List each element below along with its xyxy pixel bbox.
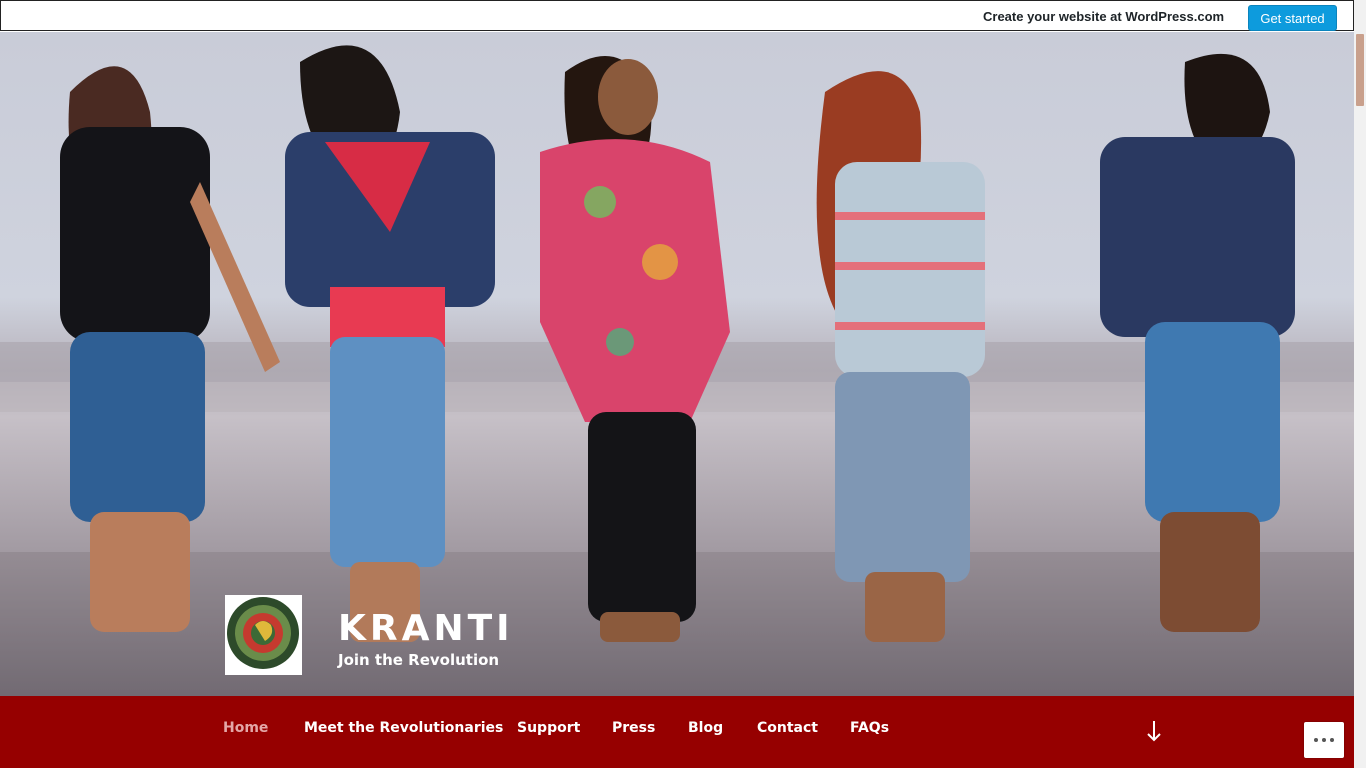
- nav-item-contact[interactable]: Contact: [757, 720, 818, 736]
- nav-item-support[interactable]: Support: [517, 720, 580, 736]
- site-tagline: Join the Revolution: [338, 651, 500, 669]
- person-4: [816, 71, 985, 642]
- nav-item-blog[interactable]: Blog: [688, 720, 723, 736]
- header-image: KRANTI Join the Revolution: [0, 32, 1354, 696]
- nav-item-press[interactable]: Press: [612, 720, 655, 736]
- main-navigation: Home Meet the Revolutionaries Support Pr…: [0, 696, 1354, 768]
- site-logo[interactable]: [225, 595, 302, 675]
- nav-item-meet-the-revolutionaries[interactable]: Meet the Revolutionaries: [304, 720, 503, 736]
- nav-item-faqs[interactable]: FAQs: [850, 720, 889, 736]
- ellipsis-icon[interactable]: [1304, 722, 1344, 758]
- beach-photo: [0, 45, 1354, 696]
- page-scrollbar[interactable]: [1354, 0, 1366, 768]
- site-title[interactable]: KRANTI: [338, 608, 514, 649]
- nav-item-home[interactable]: Home: [223, 720, 268, 736]
- get-started-button[interactable]: Get started: [1248, 5, 1337, 31]
- scrollbar-thumb[interactable]: [1356, 34, 1364, 106]
- create-website-link[interactable]: Create your website at WordPress.com: [983, 9, 1224, 24]
- logo-emblem-icon: [227, 597, 299, 669]
- arrow-down-icon[interactable]: [1145, 718, 1163, 744]
- wpcom-banner: Create your website at WordPress.com Get…: [0, 0, 1354, 31]
